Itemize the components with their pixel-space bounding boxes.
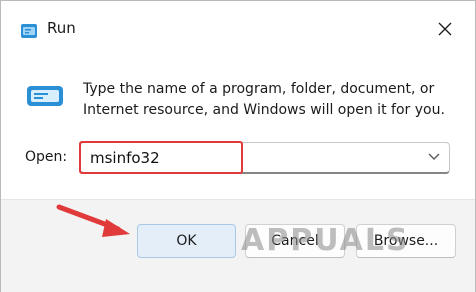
open-combobox[interactable]: msinfo32 xyxy=(80,142,450,174)
close-icon xyxy=(438,22,452,36)
chevron-down-icon[interactable] xyxy=(427,152,441,162)
open-label: Open: xyxy=(25,149,67,165)
ok-button[interactable]: OK xyxy=(137,224,236,258)
run-dialog: Run Type the name of a program, folder, … xyxy=(0,0,476,292)
close-button[interactable] xyxy=(427,11,463,47)
window-title: Run xyxy=(47,19,76,37)
run-app-icon xyxy=(21,24,37,38)
dialog-description: Type the name of a program, folder, docu… xyxy=(83,81,445,118)
open-input[interactable]: msinfo32 xyxy=(90,149,160,167)
open-label-text: Open: xyxy=(25,149,68,165)
run-dialog-icon xyxy=(27,86,63,106)
browse-button[interactable]: Browse... xyxy=(356,224,456,258)
cancel-button[interactable]: Cancel xyxy=(245,224,345,258)
title-bar[interactable]: Run xyxy=(1,1,475,61)
